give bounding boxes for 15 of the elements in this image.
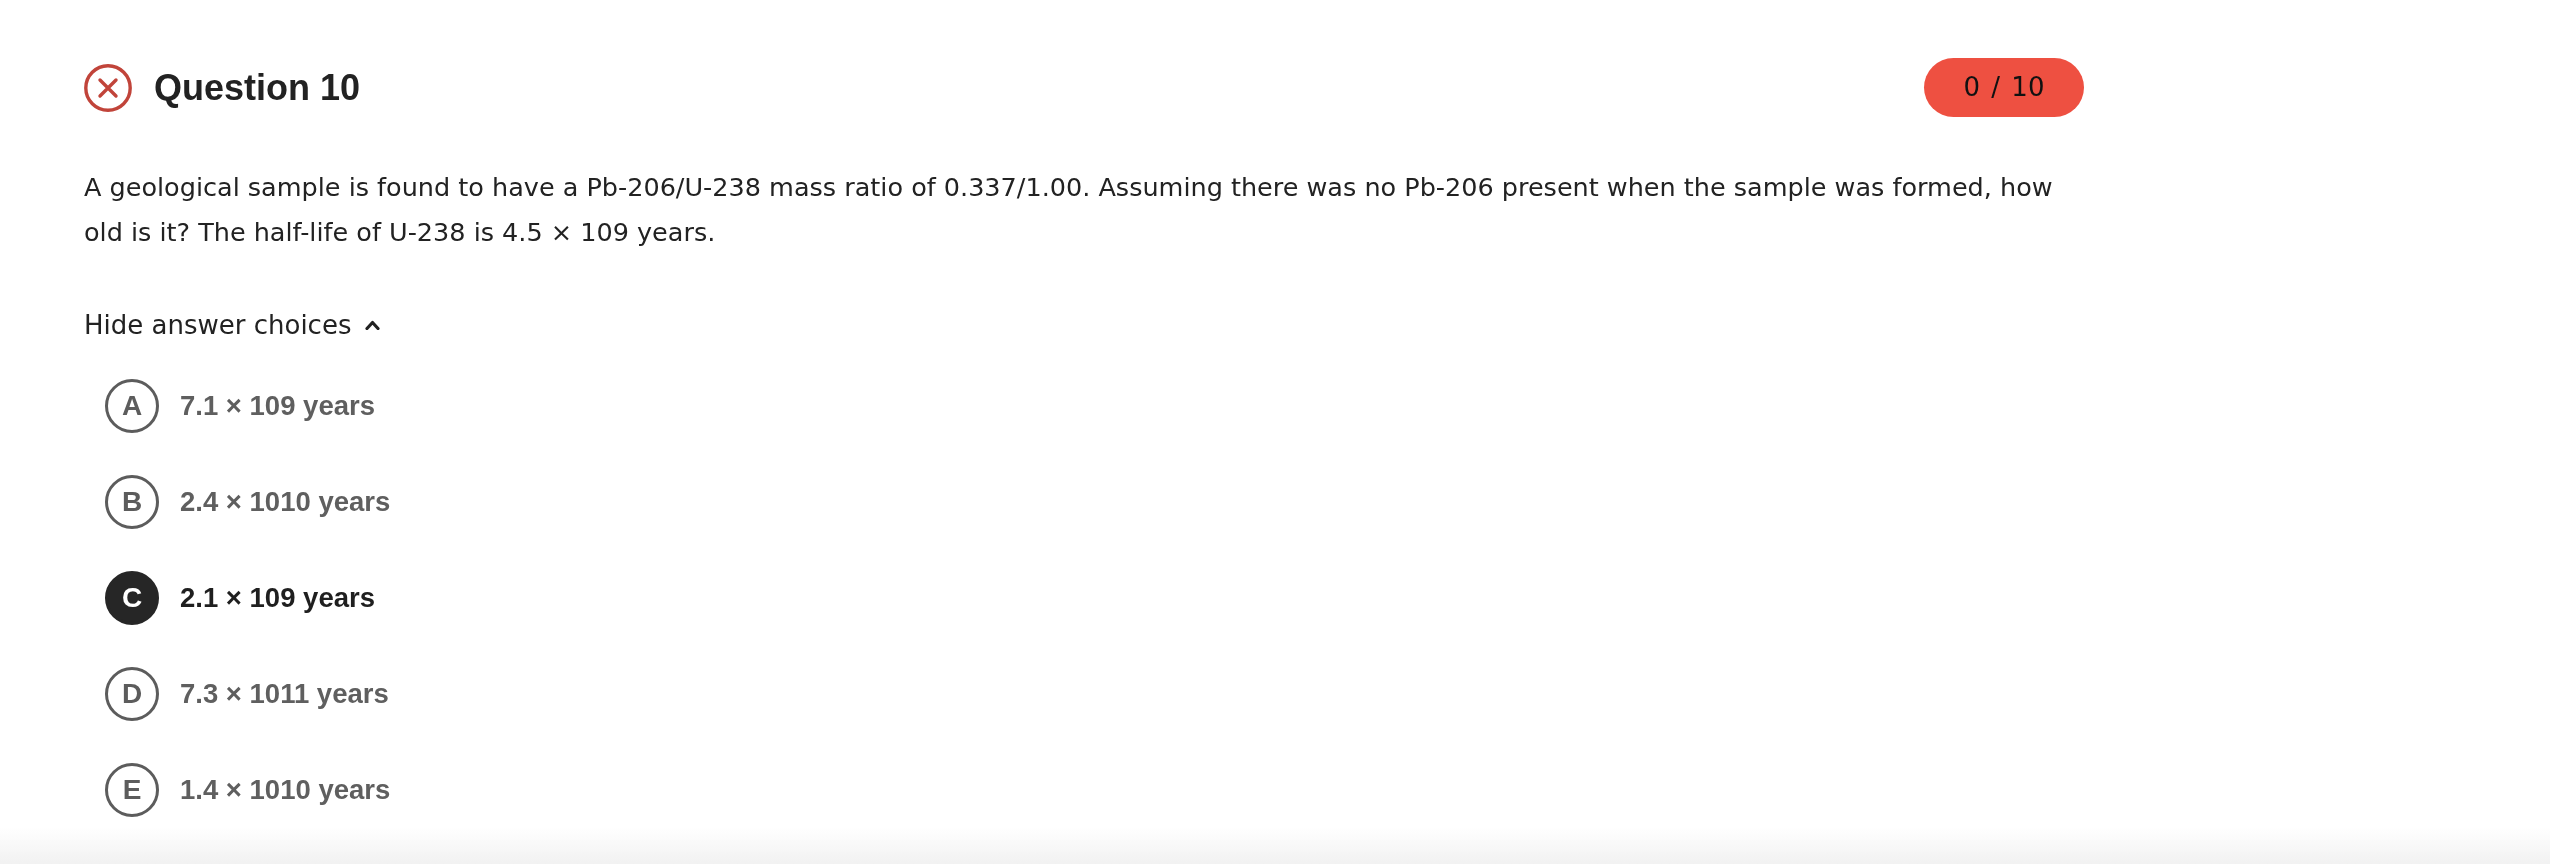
score-pill: 0 / 10: [1924, 58, 2084, 117]
question-text: A geological sample is found to have a Pb-206/U-238 mass ratio of 0.337/1.00. Assuming there was no Pb-206 present when the sample was formed, how old is it? The half-life of U-238 is 4.5 × 109 years.: [84, 171, 2054, 249]
choice-text: 2.4 × 1010 years: [180, 485, 391, 520]
choice-letter[interactable]: D: [105, 667, 159, 721]
question-title: Question 10: [154, 65, 361, 110]
choice-letter[interactable]: B: [105, 475, 159, 529]
hide-answers-toggle[interactable]: Hide answer choices: [84, 303, 381, 347]
choice-letter[interactable]: E: [105, 763, 159, 817]
choice-text: 7.1 × 109 years: [180, 389, 375, 424]
choice-text: 7.3 × 1011 years: [180, 677, 389, 712]
choice-text: 1.4 × 1010 years: [180, 773, 391, 808]
caret-icon: [365, 320, 381, 330]
choice-text: 2.1 × 109 years: [180, 581, 375, 616]
choice-letter[interactable]: C: [105, 571, 159, 625]
choice-letter[interactable]: A: [105, 379, 159, 433]
